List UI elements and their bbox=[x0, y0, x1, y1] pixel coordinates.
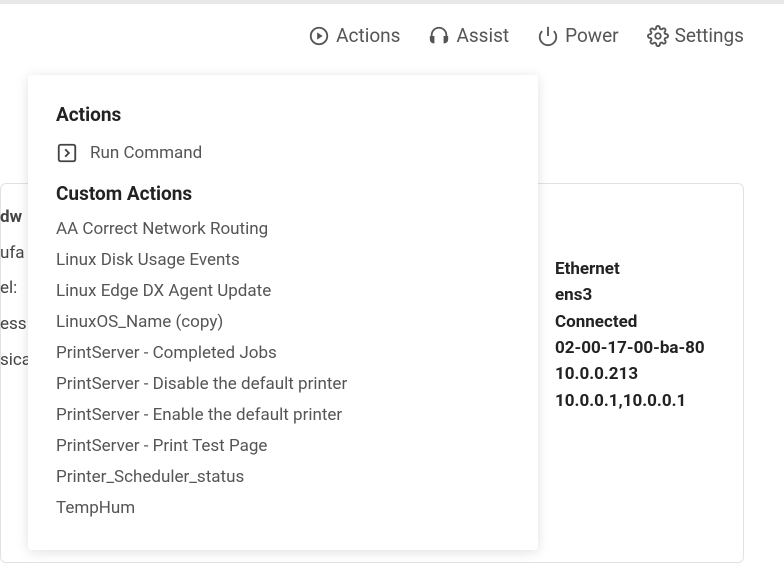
network-type: Ethernet bbox=[555, 256, 705, 282]
custom-action-item[interactable]: TempHum bbox=[56, 498, 510, 518]
run-command-item[interactable]: Run Command bbox=[56, 142, 510, 164]
custom-action-item[interactable]: Linux Disk Usage Events bbox=[56, 250, 510, 270]
actions-button[interactable]: Actions bbox=[308, 24, 400, 47]
headset-icon bbox=[428, 25, 450, 47]
power-icon bbox=[537, 25, 559, 47]
power-label: Power bbox=[565, 24, 619, 47]
fragment-line: ess bbox=[0, 307, 31, 343]
custom-actions-list: AA Correct Network Routing Linux Disk Us… bbox=[56, 219, 510, 518]
settings-button[interactable]: Settings bbox=[647, 24, 744, 47]
fragment-line: ufa bbox=[0, 236, 31, 272]
settings-label: Settings bbox=[675, 24, 744, 47]
custom-action-item[interactable]: PrintServer - Print Test Page bbox=[56, 436, 510, 456]
fragment-heading: dw bbox=[0, 200, 31, 236]
run-command-label: Run Command bbox=[90, 143, 202, 163]
toolbar: Actions Assist Power Settings bbox=[0, 4, 784, 47]
custom-action-item[interactable]: AA Correct Network Routing bbox=[56, 219, 510, 239]
custom-action-item[interactable]: PrintServer - Disable the default printe… bbox=[56, 374, 510, 394]
custom-action-item[interactable]: Linux Edge DX Agent Update bbox=[56, 281, 510, 301]
actions-dropdown: Actions Run Command Custom Actions AA Co… bbox=[28, 75, 538, 550]
assist-label: Assist bbox=[456, 24, 509, 47]
custom-action-item[interactable]: PrintServer - Completed Jobs bbox=[56, 343, 510, 363]
network-interface: ens3 bbox=[555, 282, 705, 308]
network-info: Ethernet ens3 Connected 02-00-17-00-ba-8… bbox=[555, 256, 705, 414]
left-panel-fragment: dw ufa el: ess sica bbox=[0, 200, 31, 378]
fragment-line: el: bbox=[0, 271, 31, 307]
actions-heading: Actions bbox=[56, 103, 510, 126]
fragment-line: sica bbox=[0, 343, 31, 379]
network-dns: 10.0.0.1,10.0.0.1 bbox=[555, 388, 705, 414]
network-ip: 10.0.0.213 bbox=[555, 361, 705, 387]
gear-icon bbox=[647, 25, 669, 47]
custom-actions-heading: Custom Actions bbox=[56, 182, 510, 205]
power-button[interactable]: Power bbox=[537, 24, 619, 47]
custom-action-item[interactable]: LinuxOS_Name (copy) bbox=[56, 312, 510, 332]
network-status: Connected bbox=[555, 309, 705, 335]
assist-button[interactable]: Assist bbox=[428, 24, 509, 47]
custom-action-item[interactable]: Printer_Scheduler_status bbox=[56, 467, 510, 487]
play-circle-icon bbox=[308, 25, 330, 47]
chevron-right-box-icon bbox=[56, 142, 78, 164]
custom-action-item[interactable]: PrintServer - Enable the default printer bbox=[56, 405, 510, 425]
network-mac: 02-00-17-00-ba-80 bbox=[555, 335, 705, 361]
actions-label: Actions bbox=[336, 24, 400, 47]
